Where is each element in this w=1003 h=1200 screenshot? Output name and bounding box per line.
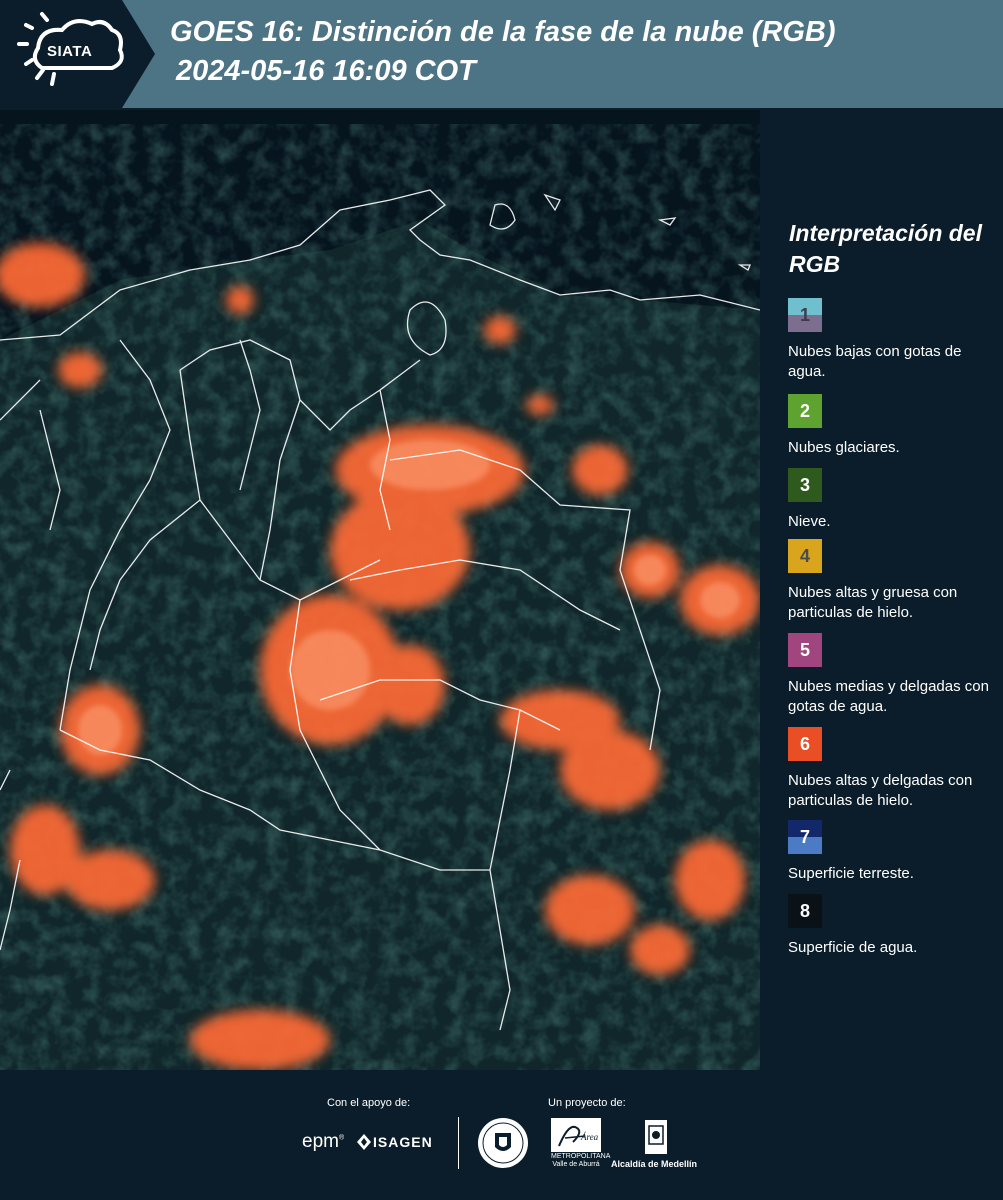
legend-swatch-8: 8 xyxy=(788,894,822,928)
legend-number-8: 8 xyxy=(799,900,810,921)
epm-logo[interactable]: epm® xyxy=(302,1131,344,1153)
legend-swatch-3: 3 xyxy=(788,468,822,502)
legend-item-7: 7 Superficie terreste. xyxy=(788,820,1000,884)
project-label: Un proyecto de: xyxy=(548,1097,626,1109)
siata-logo[interactable]: SIATA xyxy=(0,0,155,108)
support-label: Con el apoyo de: xyxy=(327,1097,411,1109)
legend-swatch-1: 1 xyxy=(788,298,822,332)
footer: Con el apoyo de: Un proyecto de: epm® IS… xyxy=(0,1070,1003,1200)
page-title: GOES 16: Distinción de la fase de la nub… xyxy=(170,16,836,48)
legend-item-3: 3 Nieve. xyxy=(788,468,1000,532)
legend-label-8: Superficie de agua. xyxy=(788,939,918,956)
legend-swatch-2: 2 xyxy=(788,394,822,428)
legend-label-6: Nubes altas y delgadas con particulas de… xyxy=(788,772,973,809)
satellite-map[interactable] xyxy=(0,110,760,1070)
header: SIATA GOES 16: Distinción de la fase de … xyxy=(0,0,1003,108)
legend-number-2: 2 xyxy=(799,400,810,421)
legend-item-6: 6 Nubes altas y delgadas con particulas … xyxy=(788,727,1000,811)
siata-logo-text: SIATA xyxy=(47,43,93,60)
legend-swatch-7: 7 xyxy=(788,820,822,854)
legend-item-4: 4 Nubes altas y gruesa con particulas de… xyxy=(788,539,1000,623)
page-timestamp: 2024-05-16 16:09 COT xyxy=(176,55,476,87)
legend-number-6: 6 xyxy=(799,733,810,754)
legend-number-3: 3 xyxy=(799,474,810,495)
isagen-logo[interactable]: ISAGEN xyxy=(373,1134,433,1150)
epm-logo-text: epm xyxy=(302,1131,339,1152)
area-metropolitana-name: METROPOLITANA Valle de Aburrá xyxy=(551,1153,611,1168)
legend-number-7: 7 xyxy=(799,826,810,847)
legend-item-5: 5 Nubes medias y delgadas con gotas de a… xyxy=(788,633,1000,717)
area-metropolitana-logo-icon[interactable]: Área xyxy=(551,1118,601,1152)
legend-swatch-4: 4 xyxy=(788,539,822,573)
legend-label-2: Nubes glaciares. xyxy=(788,439,900,456)
legend-swatch-5: 5 xyxy=(788,633,822,667)
legend-number-1: 1 xyxy=(799,304,810,325)
isagen-mark-icon xyxy=(357,1134,371,1150)
footer-divider xyxy=(458,1117,459,1169)
legend-item-8: 8 Superficie de agua. xyxy=(788,894,1000,958)
legend-item-1: 1 Nubes bajas con gotas de agua. xyxy=(788,298,1000,382)
legend-label-4: Nubes altas y gruesa con particulas de h… xyxy=(788,584,958,621)
legend-label-7: Superficie terreste. xyxy=(788,865,914,882)
legend-label-5: Nubes medias y delgadas con gotas de agu… xyxy=(788,678,989,715)
area-logo-text: Área xyxy=(580,1132,599,1142)
legend-label-3: Nieve. xyxy=(788,513,831,530)
legend-item-2: 2 Nubes glaciares. xyxy=(788,394,1000,458)
legend-number-5: 5 xyxy=(799,639,810,660)
alcaldia-shield-icon[interactable] xyxy=(643,1118,669,1156)
legend-number-4: 4 xyxy=(799,545,810,566)
alcaldia-medellin-name: Alcaldía de Medellín xyxy=(611,1159,698,1169)
satellite-rgb-map-image xyxy=(0,110,760,1070)
legend-label-1: Nubes bajas con gotas de agua. xyxy=(788,343,962,380)
legend-swatch-6: 6 xyxy=(788,727,822,761)
legend-panel: Interpretación del RGB 1 Nubes bajas con… xyxy=(760,110,1003,1070)
seal-icon[interactable] xyxy=(477,1117,529,1169)
legend-title: Interpretación del RGB xyxy=(789,220,982,277)
